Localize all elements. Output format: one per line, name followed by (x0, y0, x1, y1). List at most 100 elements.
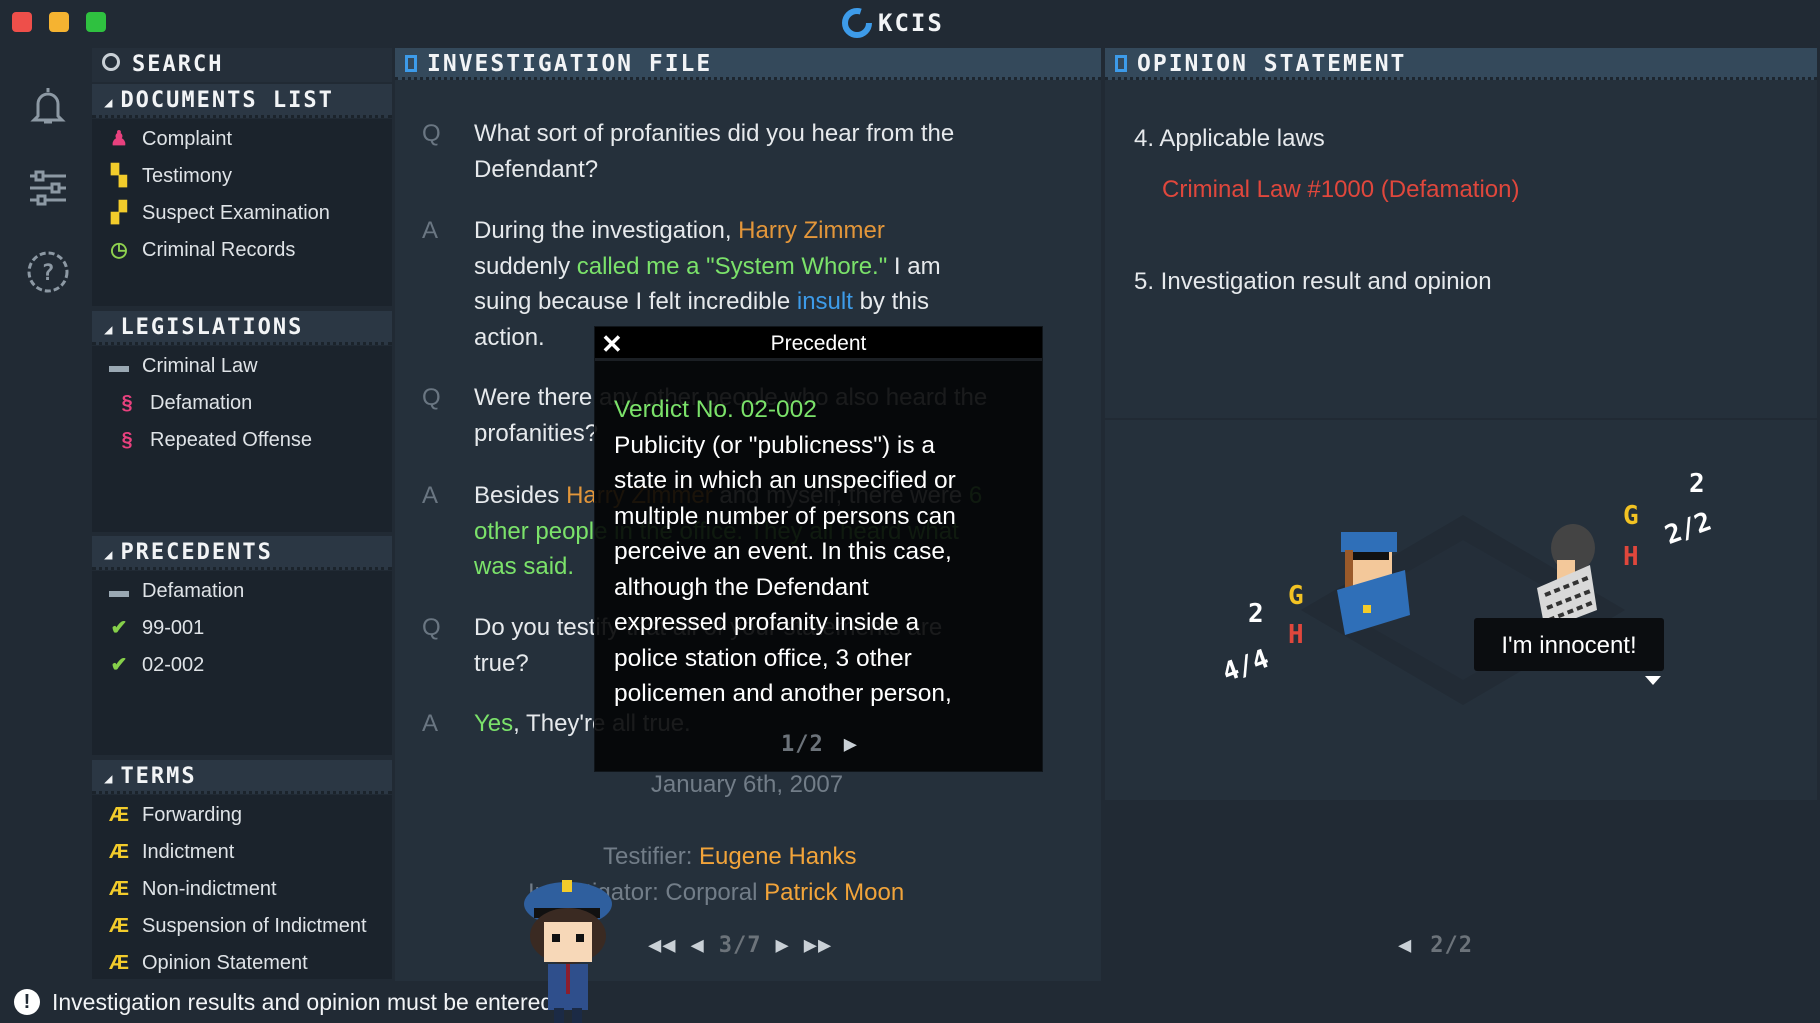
folder-icon: ▬ (109, 355, 129, 377)
term-icon: Æ (109, 952, 129, 974)
criminal-records-icon: ◷ (110, 239, 128, 261)
testimony-date: January 6th, 2007 (650, 771, 844, 798)
check-icon: ✔ (110, 654, 128, 676)
investigation-title: Investigation File (427, 51, 713, 77)
sidebar-item[interactable]: ▚ Testimony (92, 158, 392, 195)
precedent-line: multiple number of persons can (614, 502, 956, 530)
section-header-2[interactable]: ◢ Precedents (92, 536, 392, 570)
qa-text: suing because I felt incredible (474, 288, 797, 315)
collapse-icon[interactable]: ◢ (104, 547, 114, 563)
collapse-icon[interactable]: ◢ (104, 322, 114, 338)
svg-text:?: ? (41, 261, 54, 286)
sidebar-item[interactable]: ▬ Criminal Law (92, 348, 392, 385)
testifier-line: Testifier: Eugene Hanks (603, 839, 856, 875)
search-label: Search (132, 52, 224, 77)
sidebar-item-label: Opinion Statement (142, 952, 308, 974)
next-page-icon[interactable]: ▶ (844, 732, 858, 757)
complaint-icon: ♟ (110, 128, 128, 150)
officer-avatar (524, 880, 612, 1023)
section-list: ♟ Complaint ▚ Testimony ▞ Suspect Examination… (92, 119, 392, 306)
scene-panel: 4/4 2 G H G H 2/2 2 I'm innocent! (1105, 420, 1817, 800)
qa-text: insult (796, 288, 853, 315)
qa-text: was said. (474, 553, 575, 580)
sidebar-item[interactable]: Æ Suspension of Indictment (92, 908, 392, 945)
sidebar-item-label: Criminal Records (142, 239, 296, 261)
continue-arrow-icon[interactable] (1645, 676, 1661, 685)
sidebar-item-label: 02-002 (142, 654, 205, 676)
speech-text: I'm innocent! (1501, 632, 1636, 659)
prev-page-icon[interactable]: ◀ (1398, 933, 1412, 958)
section-title: Terms (120, 764, 197, 789)
sidebar-item[interactable]: Æ Forwarding (92, 797, 392, 834)
sidebar-item[interactable]: ◷ Criminal Records (92, 232, 392, 269)
verdict-number: Verdict No. 02-002 (614, 396, 817, 423)
section-title: Documents List (120, 88, 334, 113)
sidebar-item[interactable]: ✔ 02-002 (92, 647, 392, 684)
section-header-1[interactable]: ◢ Legislations (92, 311, 392, 345)
precedent-text: Verdict No. 02-002 Publicity (or "public… (614, 392, 956, 712)
qa-tag: Q (422, 384, 441, 411)
folder-icon: ▬ (109, 580, 129, 602)
section-title: Legislations (120, 315, 304, 340)
term-icon: Æ (109, 915, 129, 937)
term-icon: Æ (109, 841, 129, 863)
collapse-icon[interactable]: ◢ (104, 95, 114, 111)
precedent-line: state in which an unspecified or (614, 467, 956, 494)
sidebar-item[interactable]: ▞ Suspect Examination (92, 195, 392, 232)
sidebar-item[interactable]: ▬ Defamation (92, 573, 392, 610)
bell-icon[interactable] (24, 82, 72, 130)
first-page-icon[interactable]: ◀◀ (648, 933, 677, 958)
sidebar-item[interactable]: Æ Opinion Statement (92, 945, 392, 982)
minimize-window-button[interactable] (49, 12, 69, 32)
search-bar[interactable]: Search (92, 48, 392, 82)
document-icon (405, 55, 417, 72)
sidebar-item[interactable]: Æ Non-indictment (92, 871, 392, 908)
collapse-icon[interactable]: ◢ (104, 771, 114, 787)
sidebar-item[interactable]: ✔ 99-001 (92, 610, 392, 647)
left-stat-fraction: 4/4 (1219, 644, 1273, 688)
suspect-examination-icon: ▞ (111, 202, 127, 224)
investigation-result-heading: 5. Investigation result and opinion (1134, 268, 1492, 295)
qa-text: Yes (474, 710, 514, 737)
precedent-line: expressed profanity inside a (614, 609, 920, 636)
right-h-label: H (1623, 542, 1639, 572)
sidebar-item-label: Criminal Law (142, 355, 258, 377)
qa-text: I am (887, 252, 941, 280)
precedent-line: policemen and another person, (614, 680, 952, 707)
qa-tag: Q (422, 614, 441, 641)
testimony-icon: ▚ (111, 165, 127, 187)
maximize-window-button[interactable] (86, 12, 106, 32)
last-page-icon[interactable]: ▶▶ (804, 933, 833, 958)
sidebar-item[interactable]: § Defamation (92, 385, 392, 422)
dialog-title: Precedent (770, 332, 867, 355)
section-icon: § (121, 429, 133, 451)
help-icon[interactable]: ? (24, 248, 72, 296)
sidebar-item[interactable]: ♟ Complaint (92, 121, 392, 158)
qa-text: profanities? (474, 419, 599, 447)
status-bar: ! Investigation results and opinion must… (0, 981, 1820, 1023)
section-header-0[interactable]: ◢ Documents List (92, 84, 392, 118)
section-header-3[interactable]: ◢ Terms (92, 760, 392, 794)
precedent-line: although the Defendant (614, 573, 869, 601)
prev-page-icon[interactable]: ◀ (691, 933, 705, 958)
status-message: Investigation results and opinion must b… (52, 988, 560, 1015)
left-h-label: H (1288, 620, 1304, 650)
term-icon: Æ (109, 804, 129, 826)
qa-text: During the investigation, (474, 217, 739, 244)
page-indicator: 3/7 (718, 933, 762, 958)
opinion-header: Opinion Statement (1105, 48, 1817, 80)
left-g-label: G (1288, 581, 1304, 611)
section-list: ▬ Criminal Law § Defamation § Repeated Offens… (92, 346, 392, 532)
sidebar-item[interactable]: § Repeated Offense (92, 422, 392, 459)
qa-text: Harry Zimmer (738, 217, 885, 244)
close-icon[interactable]: ✕ (601, 327, 623, 361)
qa-tag: A (422, 217, 439, 244)
sidebar-item-label: Defamation (142, 580, 245, 602)
sidebar-item[interactable]: Æ Indictment (92, 834, 392, 871)
qa-text: What sort of profanities did you hear fr… (474, 120, 955, 147)
applicable-law-link[interactable]: Criminal Law #1000 (Defamation) (1162, 172, 1520, 208)
next-page-icon[interactable]: ▶ (776, 933, 790, 958)
sidebar-item-label: Complaint (142, 128, 233, 150)
sliders-icon[interactable] (24, 164, 72, 212)
close-window-button[interactable] (12, 12, 32, 32)
